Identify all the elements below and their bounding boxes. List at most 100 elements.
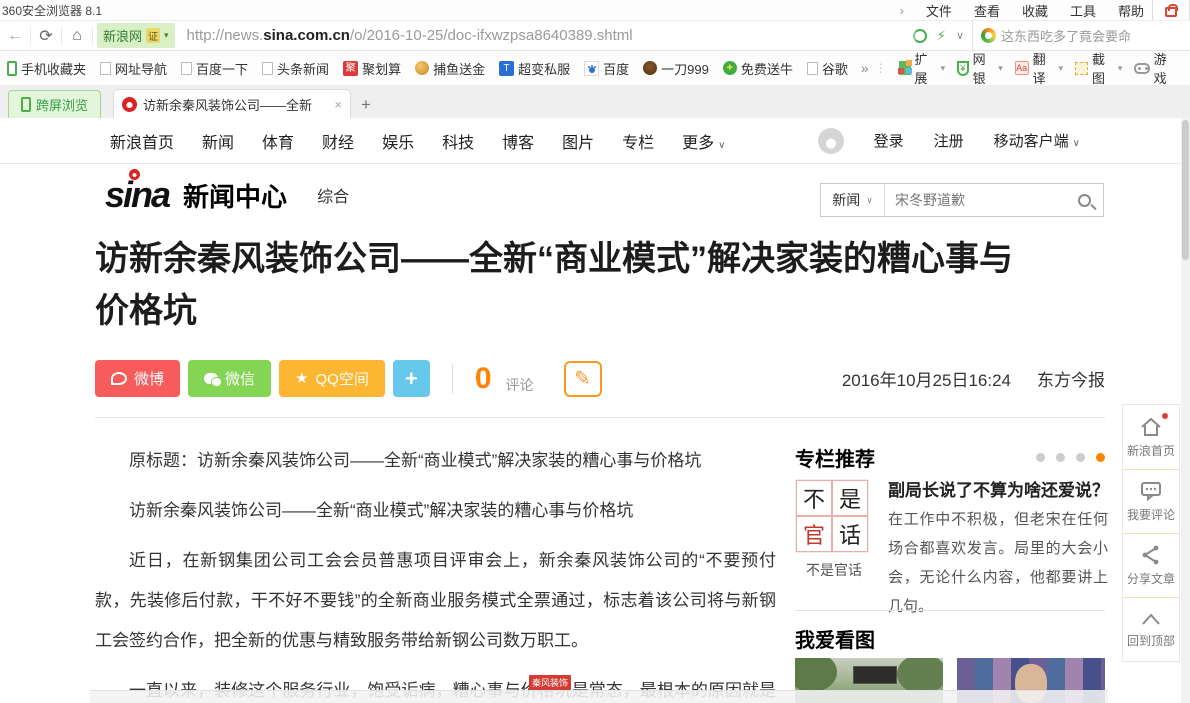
url-domain: sina.com.cn [263,27,350,44]
search-icon[interactable] [1078,194,1091,207]
nav-photos[interactable]: 图片 [562,129,594,153]
bookmark-google[interactable]: 谷歌 [800,59,855,78]
screenshot-button[interactable]: 截图▾ [1075,49,1122,87]
menu-help[interactable]: 帮助 [1118,1,1144,20]
menu-tools[interactable]: 工具 [1070,1,1096,20]
notification-dot [1161,412,1169,420]
rail-label: 分享文章 [1127,570,1175,587]
close-icon[interactable]: × [334,97,342,112]
new-tab-button[interactable]: + [351,92,381,118]
feature-caption[interactable]: 不是官话 [797,560,871,580]
bookmark-label: 头条新闻 [277,59,329,78]
extensions-button[interactable]: 扩展▾ [899,49,946,87]
bookmark-label: 超变私服 [518,59,570,78]
url-field[interactable]: http://news.sina.com.cn/o/2016-10-25/doc… [179,27,905,44]
login-link[interactable]: 登录 [874,130,904,151]
tool-label: 翻译 [1033,49,1055,87]
source-name[interactable]: 东方今报 [1037,371,1105,390]
site-nav: 新浪首页 新闻 体育 财经 娱乐 科技 博客 图片 专栏 更多∨ 登录 注册 移… [0,118,1190,164]
games-button[interactable]: 游戏 [1134,49,1176,87]
nav-news[interactable]: 新闻 [202,129,234,153]
bookmark-baidu[interactable]: 百度 [577,59,636,78]
nav-columns[interactable]: 专栏 [622,129,654,153]
page-icon [181,62,192,75]
bookmark-label: 聚划算 [362,59,401,78]
feature-thumbnail[interactable]: 不 是 官 话 [795,479,869,553]
share-wechat-button[interactable]: 微信 [188,360,271,397]
comment-count[interactable]: 0 [475,362,492,396]
article-body: 原标题：访新余秦风装饰公司——全新“商业模式”解决家装的糟心事与价格坑 访新余秦… [95,441,776,703]
carousel-dot[interactable] [1076,453,1085,462]
sina-logo[interactable]: sina [105,178,169,212]
nav-more[interactable]: 更多∨ [682,129,725,153]
chevron-up-icon [1139,610,1163,628]
write-comment-button[interactable]: ✎ [564,361,602,397]
bookmark-site-nav[interactable]: 网址导航 [93,59,174,78]
back-button[interactable]: ← [0,27,30,45]
menu-view[interactable]: 查看 [974,1,1000,20]
comment-label[interactable]: 评论 [506,375,534,395]
nav-sina-home[interactable]: 新浪首页 [110,129,174,153]
carousel-dot[interactable] [1056,453,1065,462]
menu-bar: › 文件 查看 收藏 工具 帮助 [900,1,1190,20]
nav-blog[interactable]: 博客 [502,129,534,153]
ebank-button[interactable]: ¥网银▾ [957,49,1003,87]
nav-sports[interactable]: 体育 [262,129,294,153]
rail-back-to-top[interactable]: 回到顶部 [1123,597,1179,661]
channel-label[interactable]: 综合 [317,184,349,212]
share-weibo-button[interactable]: 微博 [95,360,180,397]
share-qzone-button[interactable]: ★QQ空间 [279,360,385,397]
site-name: 新浪网 [103,26,142,45]
feature-title[interactable]: 副局长说了不算为啥还爱说？ [888,476,1113,501]
nav-finance[interactable]: 财经 [322,129,354,153]
cert-icon: 证 [146,28,160,43]
menu-favorites[interactable]: 收藏 [1022,1,1048,20]
rail-comment[interactable]: 我要评论 [1123,469,1179,533]
translate-button[interactable]: Aa翻译▾ [1015,49,1063,87]
search-engine-icon[interactable] [981,28,996,43]
nav-entertainment[interactable]: 娱乐 [382,129,414,153]
tab-active[interactable]: 访新余秦风装饰公司——全新 × [113,89,351,118]
home-button[interactable]: ⌂ [62,27,92,45]
plus-circle-icon: + [723,61,737,75]
rail-share[interactable]: 分享文章 [1123,533,1179,597]
section-title[interactable]: 新闻中心 [183,182,287,212]
url-dropdown-icon[interactable]: ∨ [956,29,964,42]
share-more-button[interactable]: + [393,360,430,397]
carousel-dot[interactable] [1036,453,1045,462]
rail-sina-home[interactable]: 新浪首页 [1123,405,1179,469]
mall-button[interactable] [1152,0,1190,22]
cross-screen-button[interactable]: 跨屏浏览 [8,90,101,118]
mobile-client-link[interactable]: 移动客户端∨ [994,130,1080,151]
no-trace-icon[interactable] [913,29,927,43]
refresh-button[interactable]: ⟳ [31,26,61,46]
site-identity-badge[interactable]: 新浪网 证 ▾ [97,23,175,48]
bookmark-fishing-game[interactable]: 捕鱼送金 [408,59,492,78]
bookmark-mobile-favorites[interactable]: 手机收藏夹 [0,59,93,78]
bookmark-toutiao[interactable]: 头条新闻 [255,59,336,78]
speed-mode-icon[interactable]: ⚡ [937,28,946,44]
nav-more-label: 更多 [682,135,714,152]
bookmark-private-server[interactable]: T 超变私服 [492,59,577,78]
drag-handle-icon[interactable]: ⋮ [875,61,887,75]
search-hotword[interactable]: 这东西吃多了竟会要命 [1001,26,1131,45]
menu-collapse-icon[interactable]: › [900,3,904,18]
search-category-select[interactable]: 新闻∨ [821,184,885,216]
scrollbar-thumb[interactable] [1182,120,1189,260]
menu-file[interactable]: 文件 [926,1,952,20]
search-input[interactable]: 宋冬野道歉 [885,190,1078,210]
paragraph: 近日，在新钢集团公司工会会员普惠项目评审会上，新余秦风装饰公司的“不要预付款，先… [95,541,776,661]
bookmarks-overflow-icon[interactable]: » [855,60,875,76]
tab-title: 访新余秦风装饰公司——全新 [143,95,328,114]
bookmark-juhuasuan[interactable]: 聚聚划算 [336,59,408,78]
carousel-dot-active[interactable] [1096,453,1105,462]
bookmark-yidao999[interactable]: 一刀999 [636,59,716,78]
register-link[interactable]: 注册 [934,130,964,151]
rail-label: 我要评论 [1127,506,1175,523]
nav-tech[interactable]: 科技 [442,129,474,153]
chevron-down-icon: ▾ [941,63,946,74]
bookmark-free-gift[interactable]: +免费送牛 [716,59,800,78]
bookmark-baidu-search[interactable]: 百度一下 [174,59,255,78]
search-widget[interactable]: 这东西吃多了竟会要命 [972,20,1190,51]
t-icon: T [499,61,514,76]
